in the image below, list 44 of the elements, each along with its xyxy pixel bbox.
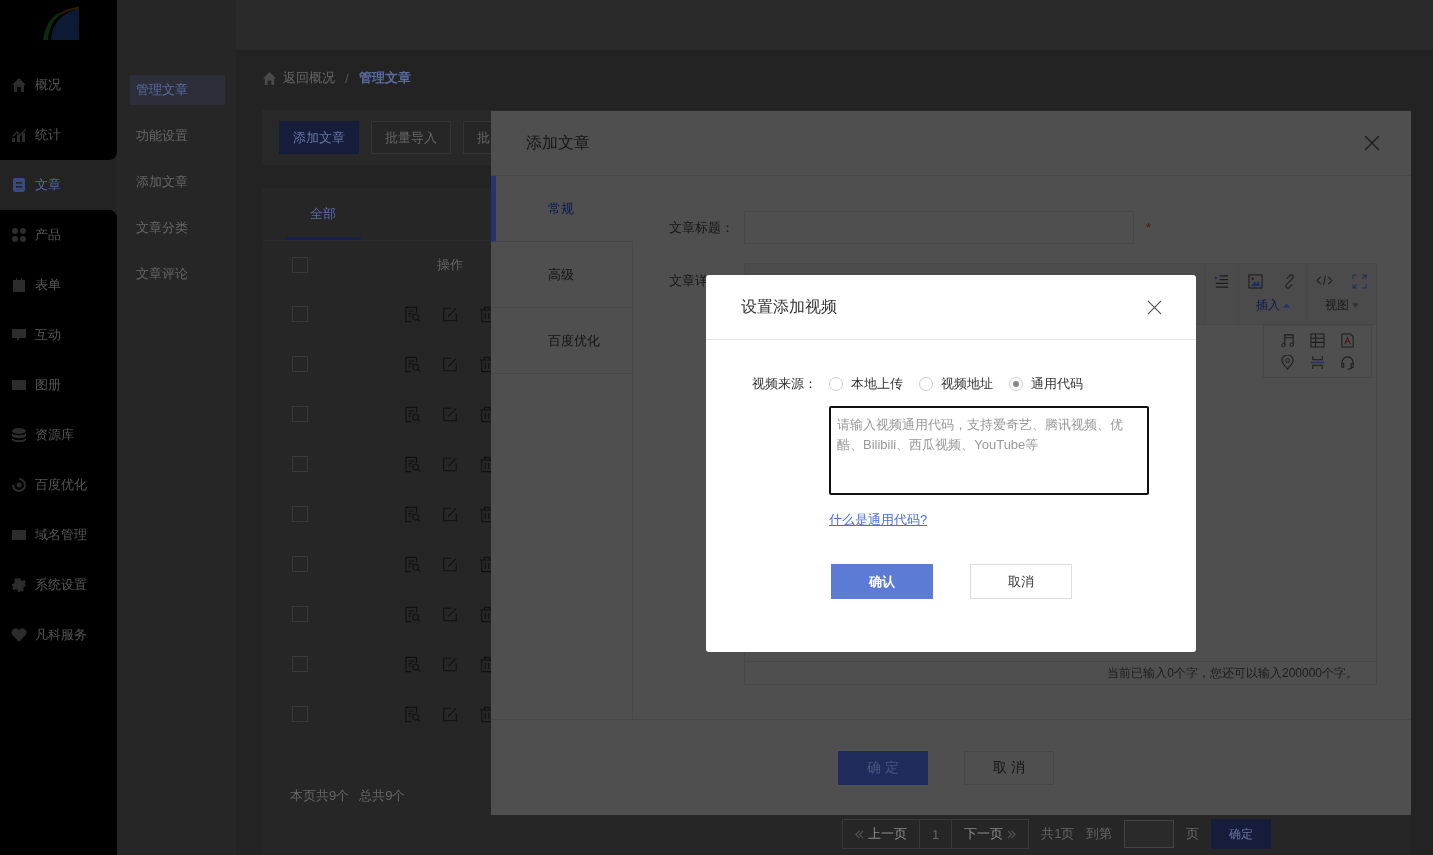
- sidebar-item[interactable]: 系统设置: [0, 560, 117, 610]
- goto-button[interactable]: 确定: [1211, 819, 1272, 849]
- code-input[interactable]: 请输入视频通用代码，支持爱奇艺、腾讯视频、优酷、Bilibili、西瓜视频、YouTube等: [829, 406, 1149, 495]
- submenu-item[interactable]: 管理文章: [130, 75, 225, 105]
- help-link[interactable]: 什么是通用代码?: [829, 511, 928, 529]
- sidebar-item[interactable]: 概况: [0, 60, 117, 110]
- sidebar-item[interactable]: 域名管理: [0, 510, 117, 560]
- radio-option[interactable]: 视频地址: [919, 375, 993, 393]
- radio-option[interactable]: 本地上传: [829, 375, 903, 393]
- page-count: 本页共9个: [290, 787, 350, 805]
- breadcrumb-separator: /: [345, 70, 349, 86]
- sidebar-item[interactable]: 百度优化: [0, 460, 117, 510]
- cancel-button[interactable]: 取消: [970, 564, 1072, 599]
- side-tab[interactable]: 常规: [491, 176, 633, 242]
- submenu-item[interactable]: 文章评论: [130, 259, 225, 289]
- dialog-title: 设置添加视频: [741, 296, 837, 317]
- sidebar-item[interactable]: 资源库: [0, 410, 117, 460]
- field-label: 视频来源：: [752, 375, 818, 393]
- total-pages: 共1页: [1041, 825, 1075, 843]
- toolbar-button[interactable]: 批量导入: [371, 121, 451, 154]
- radio-option[interactable]: 通用代码: [1009, 375, 1083, 393]
- toolbar-button[interactable]: 添加文章: [279, 121, 359, 154]
- sidebar-item[interactable]: 互动: [0, 310, 117, 360]
- breadcrumb-link[interactable]: 返回概况: [283, 69, 335, 87]
- submenu-item[interactable]: 添加文章: [130, 167, 225, 197]
- cancel-button[interactable]: 取 消: [964, 750, 1054, 785]
- sidebar-item[interactable]: 凡科服务: [0, 610, 117, 660]
- dialog-title: 添加文章: [526, 132, 590, 153]
- required-mark: *: [1146, 220, 1152, 235]
- goto-label: 到第: [1086, 825, 1113, 843]
- tab[interactable]: 全部: [285, 188, 361, 240]
- side-tab[interactable]: 高级: [491, 242, 633, 308]
- goto-unit: 页: [1186, 825, 1200, 843]
- submenu-item[interactable]: 功能设置: [130, 121, 225, 151]
- sidebar-item[interactable]: 统计: [0, 110, 117, 160]
- editor-menu[interactable]: 插入: [1255, 297, 1290, 314]
- total-count: 总共9个: [359, 787, 406, 805]
- breadcrumb-current: 管理文章: [358, 69, 411, 87]
- page-number[interactable]: 1: [919, 820, 953, 848]
- sidebar-item[interactable]: 表单: [0, 260, 117, 310]
- sidebar-item[interactable]: 产品: [0, 210, 117, 260]
- sidebar-item[interactable]: 图册: [0, 360, 117, 410]
- submenu-item[interactable]: 文章分类: [130, 213, 225, 243]
- confirm-button[interactable]: 确认: [831, 564, 933, 599]
